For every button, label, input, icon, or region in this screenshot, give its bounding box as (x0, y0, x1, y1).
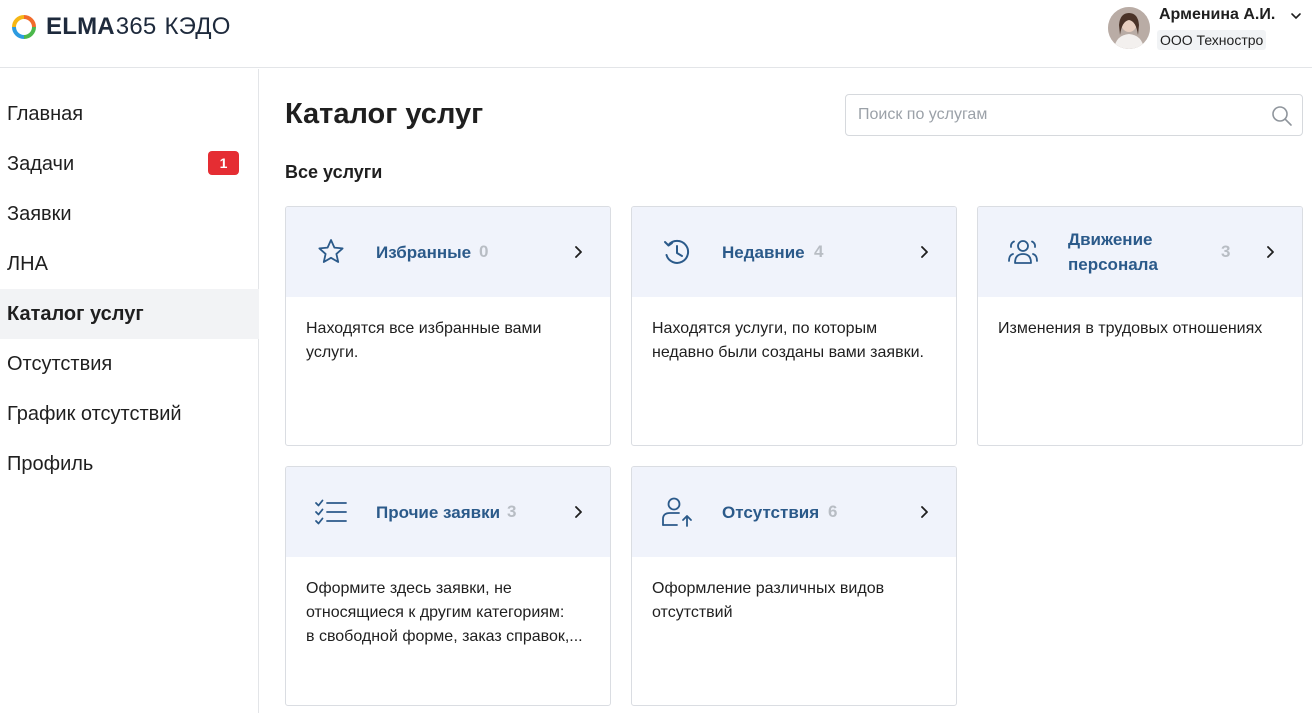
card-description: Изменения в трудовых отношениях (998, 317, 1288, 341)
sidebar-item-absences[interactable]: Отсутствия (0, 339, 259, 389)
card-title: Недавние (722, 242, 805, 262)
card-title: Прочие заявки (376, 502, 501, 522)
card-description-line: отсутствий (652, 604, 733, 621)
chevron-right-icon (575, 246, 582, 258)
tasks-count-badge: 1 (208, 151, 239, 175)
brand-number: 365 (115, 13, 157, 40)
card-description-line: услуги. (306, 344, 359, 361)
card-count: 0 (479, 242, 489, 261)
search-box (845, 94, 1303, 136)
card-description: Находятся все избранные вами услуги. (306, 317, 596, 365)
search-icon[interactable] (1271, 105, 1293, 127)
card-count: 3 (1221, 242, 1231, 261)
brand-name: ELMA 365 КЭДО (46, 13, 231, 41)
card-description: Находятся услуги, по которым недавно был… (652, 317, 942, 365)
brand-bold: ELMA (46, 13, 115, 40)
chevron-right-icon (575, 506, 582, 518)
service-card-other-requests[interactable]: Прочие заявки 3 Оформите здесь заявки, н… (285, 466, 611, 706)
card-header: Отсутствия 6 (632, 467, 956, 557)
card-count: 3 (507, 502, 517, 521)
card-title: Отсутствия (722, 502, 820, 522)
page-title: Каталог услуг (285, 98, 484, 130)
sidebar-item-absence-schedule[interactable]: График отсутствий (0, 389, 259, 439)
service-card-favorites[interactable]: Избранные 0 Находятся все избранные вами… (285, 206, 611, 446)
chevron-right-icon (921, 246, 928, 258)
card-header: Недавние 4 (632, 207, 956, 297)
user-menu[interactable]: Арменина А.И. ООО Техностро (1108, 5, 1308, 59)
sidebar-item-label: Профиль (7, 452, 94, 475)
card-description-line: Изменения в трудовых отношениях (998, 320, 1263, 337)
card-description-line: Оформите здесь заявки, не (306, 580, 512, 597)
service-card-personnel-movement[interactable]: Движение персонала 3 Изменения в трудовы… (977, 206, 1303, 446)
card-header: Движение персонала 3 (978, 207, 1302, 297)
sidebar-item-label: Задачи (7, 152, 75, 175)
sidebar-nav: Главная Задачи 1 Заявки ЛНА Каталог услу… (0, 69, 259, 713)
card-header: Прочие заявки 3 (286, 467, 610, 557)
card-description: Оформите здесь заявки, не относящиеся к … (306, 577, 596, 649)
card-description-line: Находятся все избранные вами (306, 320, 542, 337)
sidebar-item-home[interactable]: Главная (0, 89, 259, 139)
star-icon (318, 239, 344, 263)
card-title-line: персонала (1068, 255, 1158, 274)
checklist-icon (315, 499, 347, 525)
card-description-line: недавно были созданы вами заявки. (652, 344, 924, 361)
app-logo[interactable]: ELMA 365 КЭДО (12, 13, 231, 41)
card-description-line: в свободной форме, заказ справок,... (306, 628, 583, 645)
service-card-absences[interactable]: Отсутствия 6 Оформление различных видов … (631, 466, 957, 706)
search-input[interactable] (846, 95, 1256, 135)
chevron-right-icon (1267, 246, 1274, 258)
avatar (1108, 7, 1150, 49)
sidebar-item-label: Каталог услуг (7, 302, 144, 325)
card-count: 6 (828, 502, 838, 521)
sidebar-item-label: Заявки (7, 202, 72, 225)
card-title-line: Движение (1068, 230, 1153, 249)
app-header: ELMA 365 КЭДО Арменина А.И. ООО Техностр… (0, 0, 1312, 68)
sidebar-item-label: График отсутствий (7, 402, 182, 425)
service-card-recent[interactable]: Недавние 4 Находятся услуги, по которым … (631, 206, 957, 446)
sidebar-item-profile[interactable]: Профиль (0, 439, 259, 489)
brand-product: КЭДО (164, 13, 231, 40)
history-icon (664, 239, 690, 264)
sidebar-item-label: Отсутствия (7, 352, 113, 375)
sidebar-item-label: ЛНА (7, 252, 48, 275)
user-name: Арменина А.И. (1159, 6, 1276, 23)
sidebar-item-tasks[interactable]: Задачи 1 (0, 139, 259, 189)
avatar-photo-icon (1108, 7, 1150, 49)
chevron-right-icon (921, 506, 928, 518)
card-count: 4 (814, 242, 824, 261)
card-description-line: Оформление различных видов (652, 580, 885, 597)
section-title: Все услуги (285, 162, 383, 182)
user-arrow-up-icon (662, 497, 692, 527)
elma-logo-icon (12, 15, 36, 39)
card-title: Избранные (376, 242, 472, 262)
card-title: Движение персонала (1068, 207, 1158, 297)
user-organization: ООО Техностро (1157, 30, 1267, 50)
card-header: Избранные 0 (286, 207, 610, 297)
sidebar-item-service-catalog[interactable]: Каталог услуг (0, 289, 259, 339)
sidebar-item-lna[interactable]: ЛНА (0, 239, 259, 289)
chevron-down-icon[interactable] (1290, 10, 1302, 22)
people-icon (1008, 240, 1038, 264)
sidebar-item-requests[interactable]: Заявки (0, 189, 259, 239)
card-description: Оформление различных видов отсутствий (652, 577, 942, 625)
card-description-line: Находятся услуги, по которым (652, 320, 878, 337)
card-description-line: относящиеся к другим категориям: (306, 604, 565, 621)
sidebar-item-label: Главная (7, 102, 84, 125)
